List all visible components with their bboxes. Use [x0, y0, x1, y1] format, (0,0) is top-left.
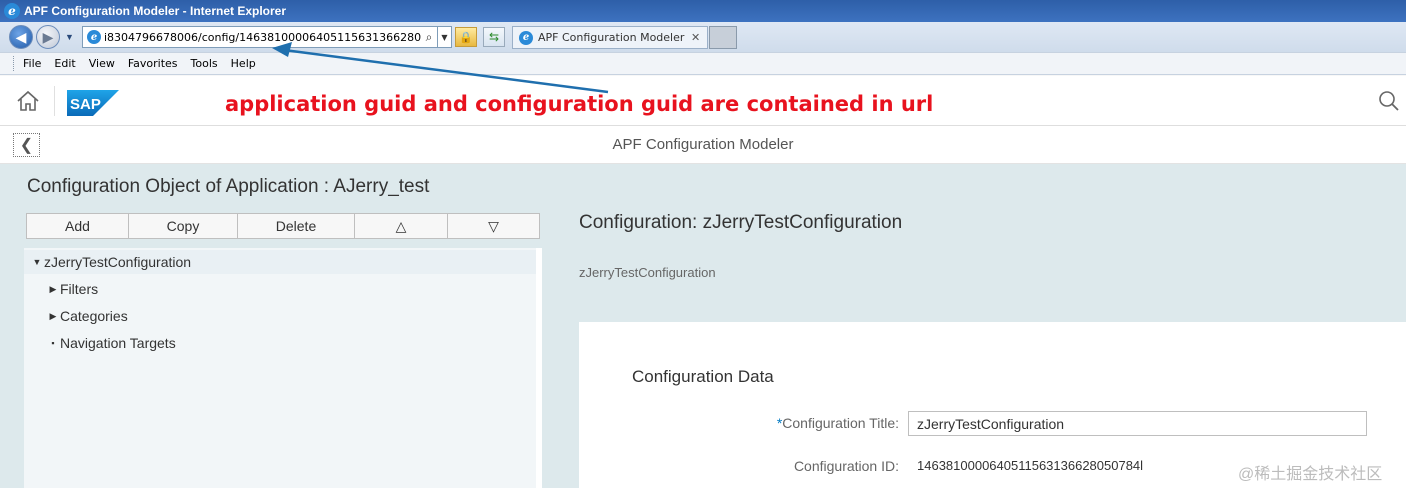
- tab-close-icon[interactable]: ✕: [691, 31, 707, 44]
- tree-node-filters[interactable]: ▶ Filters: [24, 277, 536, 301]
- tab-favicon-icon: e: [519, 30, 533, 45]
- watermark: @稀土掘金技术社区: [1238, 466, 1383, 483]
- configuration-id-label: Configuration ID:: [793, 458, 899, 474]
- window-titlebar: e APF Configuration Modeler - Internet E…: [0, 0, 1406, 22]
- forward-arrow-icon[interactable]: ▶: [36, 25, 60, 49]
- sap-logo: SAP: [67, 90, 119, 116]
- caret-right-icon[interactable]: ▶: [46, 284, 60, 295]
- nav-back-button[interactable]: ❮: [13, 133, 40, 157]
- svg-text:SAP: SAP: [70, 96, 101, 113]
- window-title: APF Configuration Modeler - Internet Exp…: [24, 4, 287, 18]
- compat-refresh-icon[interactable]: ⇆: [483, 27, 505, 47]
- section-title: Configuration Data: [632, 367, 774, 386]
- history-dropdown-icon[interactable]: ▼: [65, 32, 74, 42]
- move-down-button[interactable]: ▽: [447, 213, 540, 239]
- tree-scrollbar[interactable]: [536, 248, 542, 488]
- tree-node-categories[interactable]: ▶ Categories: [24, 304, 536, 328]
- shell-header: SAP application guid and configuration g…: [0, 76, 1406, 126]
- content-area: Configuration Object of Application : AJ…: [0, 164, 1406, 488]
- tree-node-label: zJerryTestConfiguration: [44, 254, 192, 270]
- bullet-icon: ▪: [51, 338, 55, 348]
- label-text: Configuration Title:: [782, 415, 899, 431]
- page-favicon-icon: e: [87, 30, 101, 44]
- address-bar[interactable]: e i8304796678006/config/1463810000640511…: [82, 26, 452, 48]
- tab-label: APF Configuration Modeler: [538, 31, 685, 44]
- shell-search-icon[interactable]: [1378, 90, 1400, 112]
- menu-item-favorites[interactable]: Favorites: [128, 57, 178, 70]
- tree-node-navigation-targets[interactable]: ▪ Navigation Targets: [24, 331, 536, 355]
- browser-tab[interactable]: e APF Configuration Modeler ✕: [512, 26, 708, 49]
- add-button[interactable]: Add: [26, 213, 129, 239]
- menu-item-tools[interactable]: Tools: [191, 57, 218, 70]
- ie-logo-icon: e: [4, 3, 20, 19]
- address-dropdown-icon[interactable]: ▼: [437, 27, 451, 47]
- application-title: Configuration Object of Application : AJ…: [27, 176, 430, 197]
- tree-node-label: Categories: [60, 308, 128, 324]
- caret-right-icon[interactable]: ▶: [46, 311, 60, 322]
- menu-grip: [13, 56, 15, 71]
- menu-item-file[interactable]: File: [23, 57, 41, 70]
- configuration-title-label: *Configuration Title:: [579, 415, 899, 431]
- tree-node-label: Filters: [60, 281, 99, 297]
- delete-button[interactable]: Delete: [237, 213, 355, 239]
- browser-navbar: ◀ ▶ ▼ e i8304796678006/config/1463810000…: [0, 22, 1406, 52]
- menu-item-edit[interactable]: Edit: [54, 57, 75, 70]
- caret-down-icon[interactable]: ▼: [30, 257, 44, 267]
- configuration-id-value: 1463810000640511563136628050784l: [917, 458, 1144, 473]
- sub-header: APF Configuration Modeler ❮: [0, 126, 1406, 164]
- home-icon[interactable]: [16, 90, 40, 112]
- tree-node-label: Navigation Targets: [60, 335, 176, 351]
- chevron-left-icon: ❮: [19, 137, 34, 154]
- copy-button[interactable]: Copy: [128, 213, 238, 239]
- menu-item-view[interactable]: View: [89, 57, 115, 70]
- new-tab-button[interactable]: [709, 26, 737, 49]
- configuration-subtitle: zJerryTestConfiguration: [579, 265, 716, 280]
- menu-item-help[interactable]: Help: [231, 57, 256, 70]
- move-up-button[interactable]: △: [354, 213, 448, 239]
- configuration-title-field[interactable]: zJerryTestConfiguration: [908, 411, 1367, 436]
- configuration-heading: Configuration: zJerryTestConfiguration: [579, 212, 903, 233]
- address-text[interactable]: i8304796678006/config/146381000064051156…: [104, 31, 421, 44]
- tree-toolbar: Add Copy Delete △ ▽: [26, 213, 540, 239]
- shell-divider: [54, 86, 55, 116]
- lock-icon[interactable]: 🔒: [455, 27, 477, 47]
- tree-node-configuration[interactable]: ▼ zJerryTestConfiguration: [24, 250, 536, 274]
- page-title: APF Configuration Modeler: [612, 136, 794, 153]
- menu-bar: File Edit View Favorites Tools Help: [0, 52, 1406, 75]
- search-icon[interactable]: ⌕: [421, 30, 437, 45]
- configuration-tree: ▼ zJerryTestConfiguration ▶ Filters ▶ Ca…: [24, 248, 542, 488]
- url-annotation: application guid and configuration guid …: [225, 92, 934, 116]
- back-arrow-icon[interactable]: ◀: [9, 25, 33, 49]
